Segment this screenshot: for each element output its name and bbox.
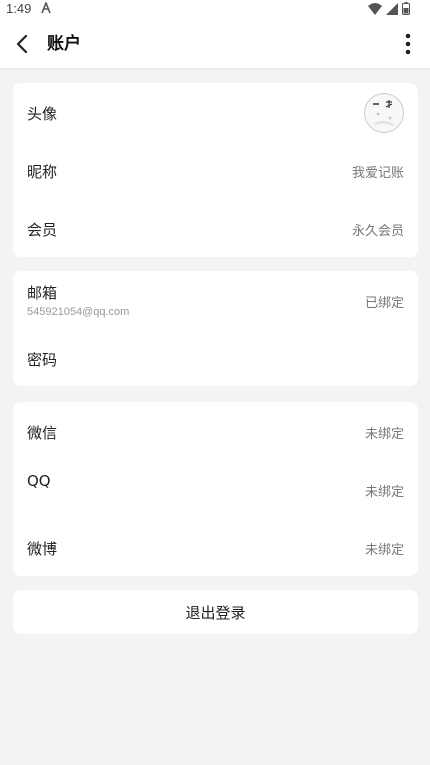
- logout-button[interactable]: 退出登录: [13, 590, 418, 634]
- password-label: 密码: [27, 351, 58, 369]
- email-status: 已绑定: [364, 296, 404, 311]
- nickname-row[interactable]: 昵称 我爱记账: [13, 141, 418, 199]
- member-row[interactable]: 会员 永久会员: [13, 199, 418, 257]
- wechat-status: 未绑定: [364, 427, 404, 442]
- signal-icon: [386, 2, 398, 15]
- avatar[interactable]: [364, 93, 404, 133]
- more-vertical-icon: [405, 33, 411, 55]
- wechat-label: 微信: [27, 424, 58, 442]
- password-row[interactable]: 密码: [13, 329, 418, 386]
- social-binding-card: 微信 未绑定 QQ 未绑定 微博 未绑定: [13, 402, 418, 576]
- member-label: 会员: [27, 221, 58, 239]
- weibo-status: 未绑定: [364, 543, 404, 558]
- wechat-row[interactable]: 微信 未绑定: [13, 402, 418, 460]
- email-address: 545921054@qq.com: [27, 306, 130, 318]
- more-menu-button[interactable]: [396, 32, 420, 56]
- qq-label: QQ: [27, 472, 51, 490]
- page-title: 账户: [47, 34, 81, 54]
- status-time: 1:49: [6, 1, 32, 16]
- member-value: 永久会员: [351, 224, 404, 239]
- status-icons: [368, 2, 410, 15]
- qq-status: 未绑定: [364, 485, 404, 500]
- notification-icon: [41, 2, 51, 14]
- chevron-left-icon: [16, 35, 28, 53]
- email-label: 邮箱: [27, 284, 58, 302]
- weibo-label: 微博: [27, 540, 58, 558]
- avatar-label: 头像: [27, 105, 58, 123]
- qq-row[interactable]: QQ 未绑定: [13, 460, 418, 518]
- nickname-label: 昵称: [27, 163, 58, 181]
- back-button[interactable]: [10, 32, 34, 56]
- avatar-row[interactable]: 头像: [13, 83, 418, 141]
- avatar-image: [366, 95, 402, 131]
- logout-label: 退出登录: [185, 603, 246, 622]
- status-bar: 1:49: [0, 0, 430, 20]
- nickname-value: 我爱记账: [351, 166, 404, 181]
- app-bar: 账户: [0, 20, 430, 68]
- account-card: 邮箱 545921054@qq.com 已绑定 密码: [13, 271, 418, 386]
- battery-icon: [402, 2, 410, 15]
- wifi-icon: [368, 2, 382, 15]
- email-row[interactable]: 邮箱 545921054@qq.com 已绑定: [13, 271, 418, 329]
- profile-card: 头像 昵称 我爱记账 会员 永久会员: [13, 83, 418, 257]
- weibo-row[interactable]: 微博 未绑定: [13, 518, 418, 576]
